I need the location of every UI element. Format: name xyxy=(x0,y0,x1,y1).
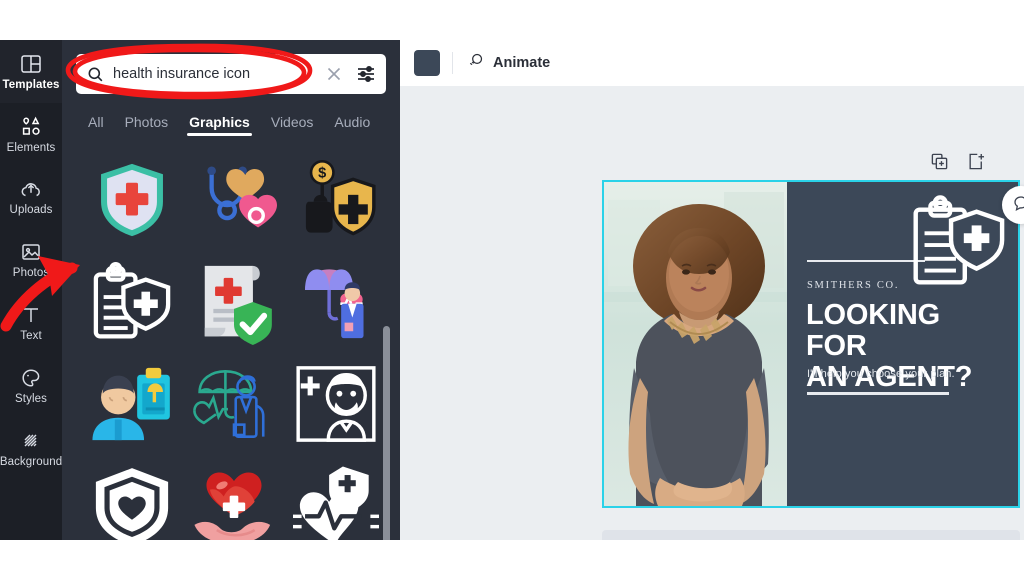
tab-audio[interactable]: Audio xyxy=(334,114,370,136)
sidebar-label-background: Background xyxy=(0,455,63,468)
background-icon xyxy=(19,429,43,453)
templates-icon xyxy=(19,52,43,76)
clear-search-icon[interactable] xyxy=(322,62,346,86)
panel-collapse-handle[interactable]: ‹ xyxy=(384,225,400,273)
clipboard-shield-cross-icon xyxy=(900,194,1008,290)
animate-label: Animate xyxy=(493,55,551,71)
sidebar-label-text: Text xyxy=(20,330,42,343)
filter-sliders-icon[interactable] xyxy=(354,62,378,86)
content-type-tabs: All Photos Graphics Videos Audio xyxy=(62,94,400,136)
toolbar-divider xyxy=(452,52,453,74)
sidebar-label-elements: Elements xyxy=(6,141,56,154)
sidebar-item-elements[interactable]: Elements xyxy=(0,103,62,166)
search-results: $ xyxy=(62,144,400,540)
editor-area: Animate SMITHERS CO. LOOKING FOR AN AGEN… xyxy=(400,40,1024,540)
result-item-shield-heart-outline[interactable] xyxy=(84,458,180,540)
text-icon xyxy=(19,303,43,327)
elements-icon xyxy=(19,115,43,139)
design-content: SMITHERS CO. LOOKING FOR AN AGENT? I'll … xyxy=(787,182,1018,506)
result-item-umbrella-agent-line[interactable] xyxy=(186,356,282,452)
sidebar-label-templates: Templates xyxy=(2,78,60,91)
animate-button[interactable]: Animate xyxy=(465,51,550,75)
page-tools xyxy=(930,152,986,171)
result-item-hands-heart-cross[interactable] xyxy=(186,458,282,540)
magnifier-icon xyxy=(86,65,105,84)
results-grid: $ xyxy=(62,144,400,540)
sidebar-label-uploads: Uploads xyxy=(9,204,53,217)
sidebar-item-photos[interactable]: Photos xyxy=(0,229,62,292)
editor-toolbar: Animate xyxy=(400,40,1024,86)
result-item-heartbeat-shield[interactable] xyxy=(288,458,384,540)
add-page-button[interactable]: + Add page xyxy=(602,530,1020,540)
design-divider-bottom xyxy=(807,392,949,395)
color-swatch-button[interactable] xyxy=(414,50,440,76)
result-item-shield-red-cross[interactable] xyxy=(84,152,180,248)
search-input[interactable] xyxy=(113,66,314,82)
elements-search-panel: All Photos Graphics Videos Audio xyxy=(62,40,400,540)
photos-icon xyxy=(19,240,43,264)
result-item-document-cross-check[interactable] xyxy=(186,254,282,350)
svg-text:$: $ xyxy=(318,166,326,182)
sidebar-label-photos: Photos xyxy=(12,267,50,280)
canva-editor-window: Templates Elements Uploads Photos Text S… xyxy=(0,40,1024,540)
search-area xyxy=(62,40,400,94)
duplicate-page-icon[interactable] xyxy=(930,152,949,171)
sidebar-item-text[interactable]: Text xyxy=(0,291,62,354)
left-sidebar: Templates Elements Uploads Photos Text S… xyxy=(0,40,62,540)
result-item-senior-patient-frame[interactable] xyxy=(288,356,384,452)
tab-videos[interactable]: Videos xyxy=(271,114,314,136)
design-photo[interactable] xyxy=(604,182,787,506)
design-headline-line1: LOOKING FOR xyxy=(806,299,940,362)
result-item-umbrella-agent-heartbeat[interactable] xyxy=(288,254,384,350)
result-item-person-clipboard[interactable] xyxy=(84,356,180,452)
sidebar-item-styles[interactable]: Styles xyxy=(0,354,62,417)
tab-all[interactable]: All xyxy=(88,114,104,136)
styles-icon xyxy=(19,366,43,390)
result-item-stethoscope-heart[interactable] xyxy=(186,152,282,248)
design-page[interactable]: SMITHERS CO. LOOKING FOR AN AGENT? I'll … xyxy=(602,180,1020,508)
result-item-clipboard-shield-cross[interactable] xyxy=(84,254,180,350)
design-brand: SMITHERS CO. xyxy=(807,280,900,291)
design-subline: I'll help you choose your plan. xyxy=(807,368,955,380)
add-page-icon[interactable] xyxy=(967,152,986,171)
sidebar-item-background[interactable]: Background xyxy=(0,417,62,480)
result-item-money-shield-cross[interactable]: $ xyxy=(288,152,384,248)
animate-circles-icon xyxy=(465,51,485,75)
tab-photos[interactable]: Photos xyxy=(125,114,169,136)
search-bar[interactable] xyxy=(76,54,386,94)
sidebar-item-uploads[interactable]: Uploads xyxy=(0,166,62,229)
comment-icon xyxy=(1012,194,1024,217)
uploads-icon xyxy=(19,177,43,201)
sidebar-label-styles: Styles xyxy=(15,392,47,405)
sidebar-item-templates[interactable]: Templates xyxy=(0,40,62,103)
tab-graphics[interactable]: Graphics xyxy=(187,114,252,136)
results-scrollbar[interactable] xyxy=(383,326,390,540)
sidebar-item-brand[interactable]: CO. xyxy=(0,480,62,540)
canvas-workspace: SMITHERS CO. LOOKING FOR AN AGENT? I'll … xyxy=(400,86,1024,540)
